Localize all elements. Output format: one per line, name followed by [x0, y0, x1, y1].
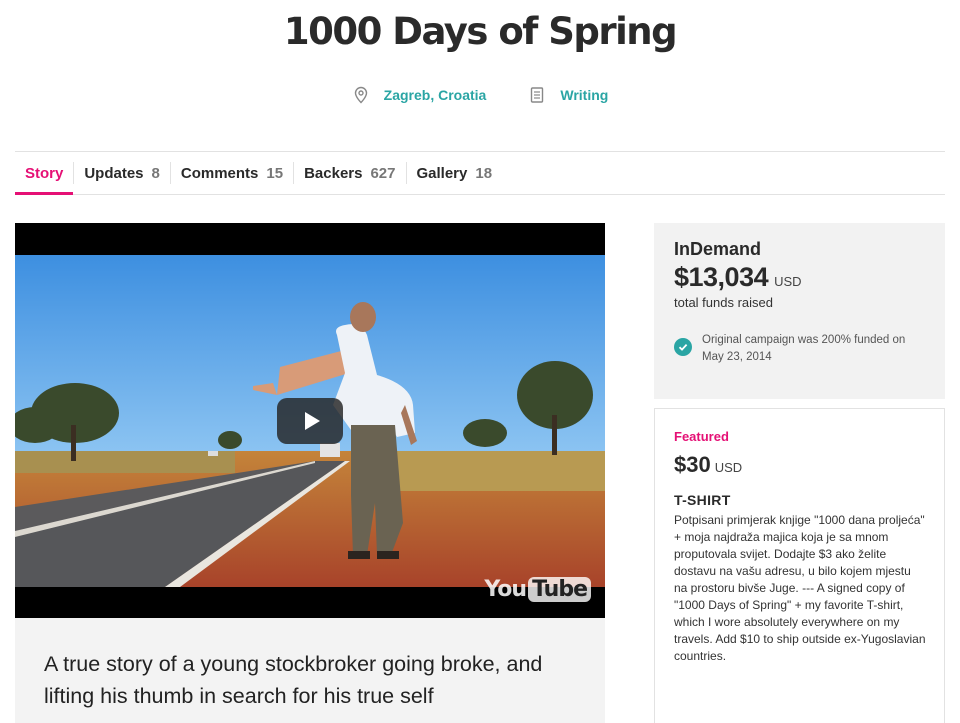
- tab-label: Updates: [84, 164, 144, 182]
- perk-description: Potpisani primjerak knjige "1000 dana pr…: [674, 513, 926, 663]
- campaign-video[interactable]: You Tube: [15, 223, 605, 618]
- tab-comments[interactable]: Comments 15: [171, 152, 293, 194]
- tab-label: Backers: [304, 164, 363, 182]
- funding-panel: InDemand $13,034 USD total funds raised …: [654, 223, 945, 399]
- perk-price-value: $30: [674, 452, 711, 477]
- original-campaign-text: Original campaign was 200% funded on May…: [702, 334, 906, 363]
- play-button[interactable]: [277, 398, 343, 444]
- campaign-title: 1000 Days of Spring: [283, 10, 678, 53]
- location-label: Zagreb, Croatia: [383, 87, 487, 103]
- funds-raised-label: total funds raised: [674, 295, 774, 310]
- tab-count: 18: [475, 164, 493, 182]
- tab-label: Comments: [180, 164, 259, 182]
- tab-label: Gallery: [416, 164, 468, 182]
- story-intro: A true story of a young stockbroker goin…: [15, 618, 605, 723]
- funds-amount: $13,034 USD: [674, 262, 925, 293]
- funds-value: $13,034: [674, 262, 769, 292]
- youtube-logo-you: You: [484, 577, 527, 602]
- platform-label: InDemand: [674, 239, 762, 259]
- campaign-tabs: Story Updates 8 Comments 15 Backers 627 …: [15, 151, 945, 195]
- funds-currency: USD: [774, 274, 802, 289]
- tab-count: 8: [151, 164, 160, 182]
- tab-updates[interactable]: Updates 8: [74, 152, 170, 194]
- perk-name: T-SHIRT: [674, 492, 731, 508]
- tab-story[interactable]: Story: [15, 152, 74, 195]
- featured-label: Featured: [674, 429, 729, 444]
- youtube-logo-tube: Tube: [528, 577, 591, 602]
- tab-count: 15: [266, 164, 284, 182]
- perk-price-currency: USD: [714, 460, 743, 475]
- tab-gallery[interactable]: Gallery 18: [407, 152, 503, 194]
- story-tagline: A true story of a young stockbroker goin…: [44, 652, 543, 708]
- campaign-meta: Zagreb, Croatia Writing: [0, 86, 960, 104]
- original-campaign-note: Original campaign was 200% funded on May…: [674, 332, 925, 366]
- check-icon: [674, 338, 692, 356]
- tab-label: Story: [25, 164, 64, 182]
- location-link[interactable]: Zagreb, Croatia: [352, 86, 487, 104]
- document-icon: [528, 86, 546, 104]
- perk-price: $30 USD: [674, 452, 925, 478]
- perk-card[interactable]: Featured $30 USD T-SHIRT Potpisani primj…: [654, 408, 945, 723]
- map-pin-icon: [352, 86, 370, 104]
- tab-count: 627: [370, 164, 396, 182]
- youtube-logo: You Tube: [484, 577, 591, 602]
- category-label: Writing: [560, 87, 609, 103]
- tab-backers[interactable]: Backers 627: [294, 152, 405, 194]
- category-link[interactable]: Writing: [528, 86, 608, 104]
